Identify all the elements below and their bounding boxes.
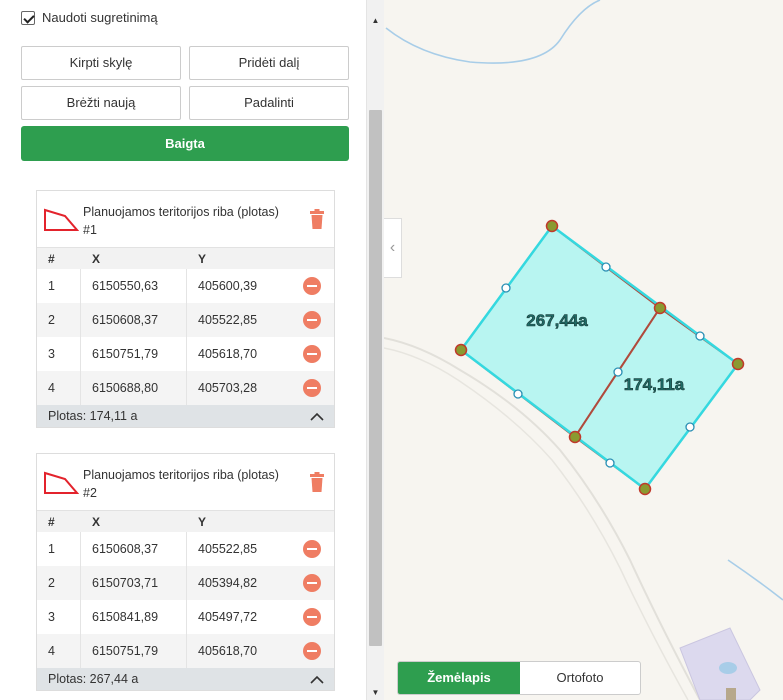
chevron-up-icon[interactable] [310,412,324,421]
column-header-y: Y [198,252,207,266]
column-header-x: X [92,515,101,529]
panel-scrollbar[interactable]: ▲ ▼ [366,0,384,700]
polygon-card-title: Planuojamos teritorijos riba (plotas) #1 [83,205,279,237]
table-row: 1 6150550,63 405600,39 [37,269,334,303]
area-footer[interactable]: Plotas: 174,11 a [37,405,334,427]
edit-panel: Naudoti sugretinimą Kirpti skylę Pridėti… [0,0,366,700]
scrollbar-thumb[interactable] [369,110,382,646]
done-button[interactable]: Baigta [21,126,349,161]
midpoint-handle[interactable] [605,458,615,468]
minus-circle-icon[interactable] [303,540,321,558]
vertex-handle[interactable] [638,482,652,496]
minus-circle-icon[interactable] [303,608,321,626]
polygon-icon [44,471,79,494]
minus-circle-icon[interactable] [303,642,321,660]
midpoint-handle[interactable] [685,422,695,432]
trash-icon[interactable] [310,472,324,492]
area-label: Plotas: 174,11 a [48,409,138,423]
water-line [385,0,601,64]
pond [719,662,737,674]
minus-circle-icon[interactable] [303,345,321,363]
area-label: Plotas: 267,44 a [48,672,139,686]
vertex-handle[interactable] [731,357,745,371]
polygon-card-1: Planuojamos teritorijos riba (plotas) #1… [36,190,335,428]
table-row: 3 6150751,79 405618,70 [37,337,334,371]
column-header-num: # [48,515,55,529]
structure [726,688,736,700]
draw-new-button[interactable]: Brėžti naują [21,86,181,120]
midpoint-handle[interactable] [695,331,705,341]
check-icon[interactable] [21,10,35,25]
minus-circle-icon[interactable] [303,277,321,295]
polygon-card-header: Planuojamos teritorijos riba (plotas) #1 [37,191,334,247]
basemap-switch[interactable]: Žemėlapis Ortofoto [397,661,641,695]
parcel-area-label: 174,11a [624,375,685,394]
collapse-panel-tab[interactable]: ‹ [384,218,402,278]
polygon-card-header: Planuojamos teritorijos riba (plotas) #2 [37,454,334,510]
minus-circle-icon[interactable] [303,574,321,592]
minus-circle-icon[interactable] [303,311,321,329]
building [679,627,761,700]
scroll-down-icon[interactable]: ▼ [367,686,384,700]
column-header-num: # [48,252,55,266]
table-row: 4 6150751,79 405618,70 [37,634,334,668]
coordinates-table-header: # X Y [37,247,334,269]
table-row: 4 6150688,80 405703,28 [37,371,334,405]
snapping-checkbox-row[interactable]: Naudoti sugretinimą [21,10,158,25]
vertex-handle[interactable] [653,301,667,315]
add-part-button[interactable]: Pridėti dalį [189,46,349,80]
split-button[interactable]: Padalinti [189,86,349,120]
midpoint-handle[interactable] [613,367,623,377]
table-row: 2 6150608,37 405522,85 [37,303,334,337]
table-row: 3 6150841,89 405497,72 [37,600,334,634]
water-line [727,559,783,601]
polygon-icon [44,208,79,231]
polygon-card-title: Planuojamos teritorijos riba (plotas) #2 [83,468,279,500]
basemap-map-option[interactable]: Žemėlapis [398,662,520,694]
column-header-y: Y [198,515,207,529]
column-header-x: X [92,252,101,266]
vertex-handle[interactable] [545,219,559,233]
table-row: 1 6150608,37 405522,85 [37,532,334,566]
chevron-up-icon[interactable] [310,675,324,684]
trash-icon[interactable] [310,209,324,229]
basemap-ortho-option[interactable]: Ortofoto [520,662,640,694]
cut-hole-button[interactable]: Kirpti skylę [21,46,181,80]
parcel-area-label: 267,44a [526,311,588,330]
scroll-up-icon[interactable]: ▲ [367,14,384,28]
polygon-card-2: Planuojamos teritorijos riba (plotas) #2… [36,453,335,691]
table-row: 2 6150703,71 405394,82 [37,566,334,600]
midpoint-handle[interactable] [601,262,611,272]
coordinates-table-header: # X Y [37,510,334,532]
midpoint-handle[interactable] [513,389,523,399]
vertex-handle[interactable] [454,343,468,357]
minus-circle-icon[interactable] [303,379,321,397]
parcel-polygons[interactable]: 267,44a 174,11a [454,219,745,496]
chevron-left-icon[interactable]: ‹ [390,239,395,256]
area-footer[interactable]: Plotas: 267,44 a [37,668,334,690]
snapping-checkbox-label: Naudoti sugretinimą [42,10,158,25]
map-view[interactable]: 267,44a 174,11a [384,0,783,700]
vertex-handle[interactable] [568,430,582,444]
map-canvas[interactable]: 267,44a 174,11a [384,0,783,700]
midpoint-handle[interactable] [501,283,511,293]
